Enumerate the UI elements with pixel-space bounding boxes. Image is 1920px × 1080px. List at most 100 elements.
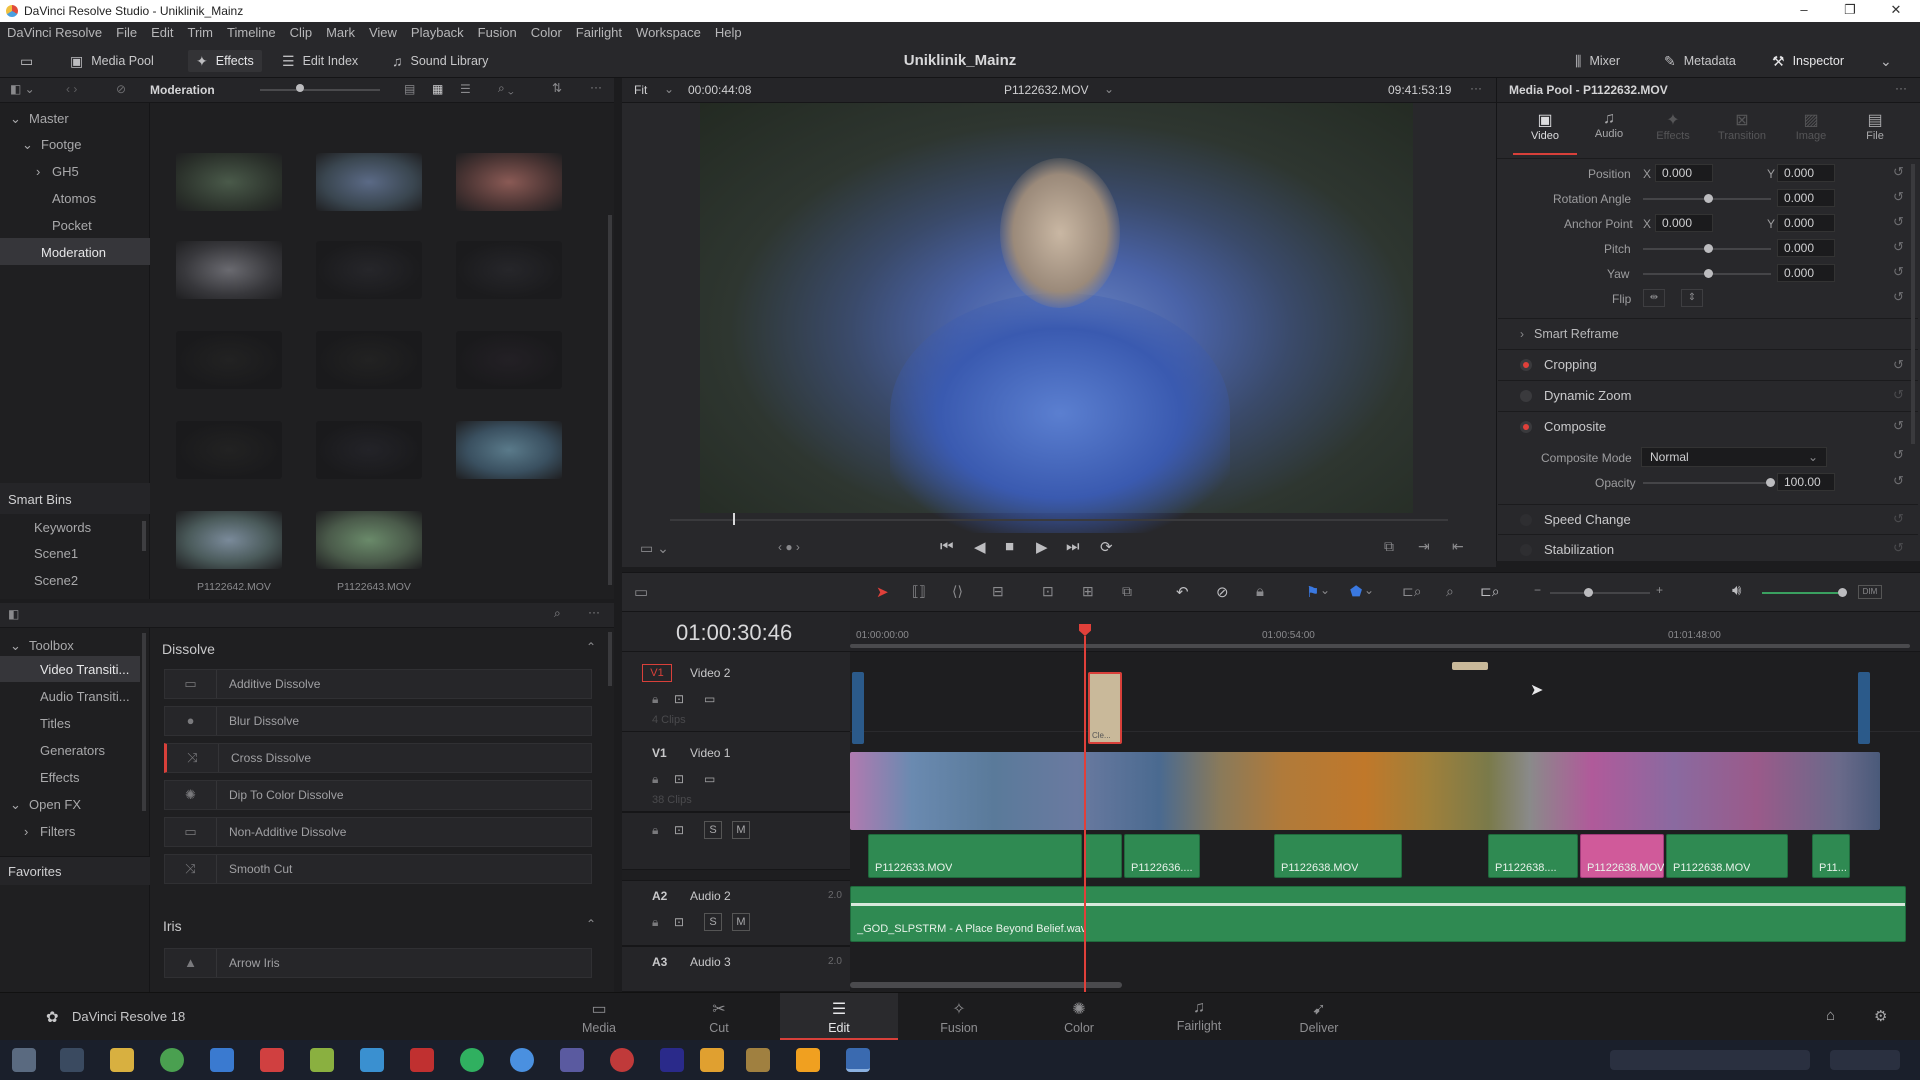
taskbar-app-icon[interactable] xyxy=(110,1048,134,1072)
openfx-title[interactable]: Open FX xyxy=(29,797,81,812)
trim-tool-icon[interactable]: ⟦⟧ xyxy=(912,583,926,600)
volume-slider-handle[interactable] xyxy=(1838,588,1847,597)
more-options-icon[interactable]: ··· xyxy=(590,80,602,94)
bin-gh5[interactable]: GH5 xyxy=(52,164,79,179)
effect-cross-dissolve[interactable]: ⤨ Cross Dissolve xyxy=(164,743,592,773)
menu-trim[interactable]: Trim xyxy=(188,25,214,40)
audio-clip[interactable]: P1122638.MOV xyxy=(1274,834,1402,878)
menu-file[interactable]: File xyxy=(116,25,137,40)
menu-clip[interactable]: Clip xyxy=(290,25,312,40)
flip-vertical-icon[interactable]: ⇕ xyxy=(1681,289,1703,307)
flag-icon[interactable]: ⚑ xyxy=(1306,583,1319,601)
reset-icon[interactable]: ↺ xyxy=(1893,164,1904,180)
reset-icon[interactable]: ↺ xyxy=(1893,264,1904,280)
clock-area[interactable] xyxy=(1830,1050,1900,1070)
taskbar-app-icon[interactable] xyxy=(260,1048,284,1072)
tab-effects[interactable]: ✦ Effects xyxy=(1641,110,1705,154)
reset-icon[interactable]: ↺ xyxy=(1893,418,1904,434)
go-to-start-icon[interactable]: ⏮ xyxy=(940,538,954,555)
clip-thumbnail[interactable] xyxy=(316,153,422,211)
taskbar-app-icon[interactable] xyxy=(660,1048,684,1072)
track-id-v2[interactable]: V1 xyxy=(642,664,672,682)
system-tray[interactable] xyxy=(1610,1050,1810,1070)
bin-master[interactable]: Master xyxy=(29,111,69,126)
menu-playback[interactable]: Playback xyxy=(411,25,464,40)
taskbar-app-icon[interactable] xyxy=(60,1048,84,1072)
page-fairlight[interactable]: ♫ Fairlight xyxy=(1140,993,1258,1041)
playhead-line[interactable] xyxy=(1084,636,1086,992)
bin-pocket[interactable]: Pocket xyxy=(52,218,92,233)
chevron-down-icon[interactable]: ⌄ xyxy=(664,82,674,96)
tab-image[interactable]: ▨ Image xyxy=(1779,110,1843,154)
stop-icon[interactable]: ■ xyxy=(1005,538,1014,555)
smart-bin-keywords[interactable]: Keywords xyxy=(34,520,91,535)
nav-back-forward-icon[interactable]: ‹ › xyxy=(66,82,77,96)
zoom-in-icon[interactable]: + xyxy=(1656,583,1663,597)
sound-library-button[interactable]: ♫ Sound Library xyxy=(392,50,488,72)
metadata-view-icon[interactable]: ▤ xyxy=(404,82,415,96)
reset-icon[interactable]: ↺ xyxy=(1893,540,1904,556)
more-options-icon[interactable]: ··· xyxy=(588,605,600,619)
clip-thumbnail[interactable] xyxy=(456,153,562,211)
jog-icon[interactable]: ‹ ● › xyxy=(778,540,800,554)
overwrite-clip-icon[interactable]: ⊞ xyxy=(1082,583,1094,600)
taskbar-app-icon[interactable] xyxy=(700,1048,724,1072)
play-icon[interactable]: ▶ xyxy=(1036,538,1048,556)
menu-help[interactable]: Help xyxy=(715,25,742,40)
media-pool-button[interactable]: ▣ Media Pool xyxy=(70,50,154,72)
chevron-right-icon[interactable]: › xyxy=(36,164,40,179)
category-effects[interactable]: Effects xyxy=(40,770,80,785)
effect-dip-to-color[interactable]: ✺ Dip To Color Dissolve xyxy=(164,780,592,810)
effect-additive-dissolve[interactable]: ▭ Additive Dissolve xyxy=(164,669,592,699)
section-cropping[interactable]: Cropping xyxy=(1498,349,1918,379)
menu-edit[interactable]: Edit xyxy=(151,25,173,40)
speaker-icon[interactable]: 🔊︎ xyxy=(1732,582,1741,599)
track-id-a3[interactable]: A3 xyxy=(652,955,667,969)
music-clip[interactable]: _GOD_SLPSTRM - A Place Beyond Belief.wav xyxy=(850,886,1906,942)
reset-icon[interactable]: ↺ xyxy=(1893,447,1904,463)
yaw-slider-handle[interactable] xyxy=(1704,269,1713,278)
linked-selection-icon[interactable]: ⊘ xyxy=(1216,583,1229,601)
viewer-options-icon[interactable]: ▭ ⌄ xyxy=(640,540,669,557)
auto-select-icon[interactable]: ⊡ xyxy=(674,823,684,837)
yaw-field[interactable]: 0.000 xyxy=(1777,264,1835,282)
rotation-slider-handle[interactable] xyxy=(1704,194,1713,203)
insert-clip-icon[interactable]: ⊡ xyxy=(1042,583,1054,600)
sidebar-toggle-button[interactable]: ▭ xyxy=(20,50,41,72)
inspector-scrollbar[interactable] xyxy=(1911,164,1915,444)
video-clip[interactable] xyxy=(1858,672,1870,744)
clip-thumbnail[interactable] xyxy=(316,511,422,569)
zoom-out-icon[interactable]: − xyxy=(1534,583,1541,597)
page-fusion[interactable]: ✧ Fusion xyxy=(900,993,1018,1041)
track-id-a2[interactable]: A2 xyxy=(652,889,667,903)
go-to-end-icon[interactable]: ⏭ xyxy=(1066,538,1080,555)
enable-toggle[interactable] xyxy=(1520,358,1532,371)
reverse-play-icon[interactable]: ◀ xyxy=(974,538,986,556)
list-view-icon[interactable]: ☰ xyxy=(460,82,471,96)
solo-button[interactable]: S xyxy=(704,821,722,839)
taskbar-app-icon[interactable] xyxy=(160,1048,184,1072)
timeline-zoom-slider[interactable] xyxy=(1550,592,1650,594)
composite-mode-select[interactable]: Normal ⌄ xyxy=(1641,447,1827,467)
dynamic-trim-icon[interactable]: ⟨⟩ xyxy=(952,583,963,600)
section-stabilization[interactable]: Stabilization xyxy=(1498,534,1918,564)
clip-thumbnail[interactable] xyxy=(456,421,562,479)
enable-toggle[interactable] xyxy=(1520,513,1532,526)
replace-clip-icon[interactable]: ⧉ xyxy=(1122,583,1132,600)
collapse-icon[interactable]: ⌃ xyxy=(586,640,596,654)
reset-icon[interactable]: ↺ xyxy=(1893,473,1904,489)
smart-bin-scene2[interactable]: Scene2 xyxy=(34,573,78,588)
volume-keyframe-line[interactable] xyxy=(851,903,1905,906)
expand-button[interactable]: ⌄ xyxy=(1880,50,1900,72)
zoom-custom-icon[interactable]: ⊏⌕ xyxy=(1480,583,1500,600)
chevron-down-icon[interactable]: ⌄ xyxy=(1104,82,1114,96)
taskbar-app-icon[interactable] xyxy=(746,1048,770,1072)
track-id-v1[interactable]: V1 xyxy=(652,746,667,760)
chevron-right-icon[interactable]: › xyxy=(24,824,28,839)
thumbnail-view-icon[interactable]: ▦ xyxy=(432,82,443,96)
taskbar-app-icon[interactable] xyxy=(310,1048,334,1072)
mute-button[interactable]: M xyxy=(732,913,750,931)
effect-arrow-iris[interactable]: ▲ Arrow Iris xyxy=(164,948,592,978)
page-edit[interactable]: ☰ Edit xyxy=(780,993,898,1041)
taskbar-app-icon[interactable] xyxy=(360,1048,384,1072)
